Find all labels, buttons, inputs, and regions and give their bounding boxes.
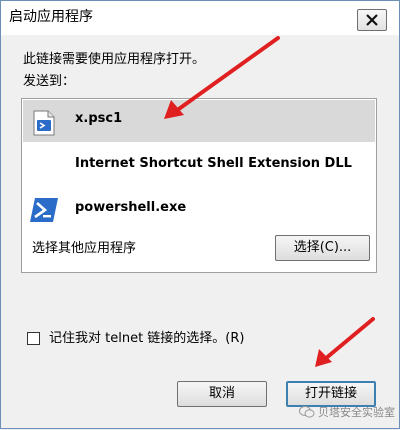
list-item-powershell[interactable]: powershell.exe bbox=[23, 189, 375, 225]
psc1-file-icon bbox=[33, 110, 55, 136]
send-to-label: 发送到： bbox=[23, 74, 76, 89]
list-item-label: Internet Shortcut Shell Extension DLL bbox=[75, 156, 352, 171]
application-list: x.psc1 Internet Shortcut Shell Extension… bbox=[21, 98, 377, 273]
watermark-text: 贝塔安全实验室 bbox=[318, 406, 395, 419]
list-item-shell-extension[interactable]: Internet Shortcut Shell Extension DLL bbox=[23, 147, 375, 183]
annotation-arrow-icon bbox=[315, 317, 375, 367]
title-bar: 启动应用程序 bbox=[1, 1, 399, 35]
launch-application-dialog: 启动应用程序 此链接需要使用应用程序打开。 发送到： x.psc1 Intern… bbox=[0, 0, 400, 429]
list-item-label: powershell.exe bbox=[75, 200, 187, 215]
watermark: 贝塔安全实验室 bbox=[299, 403, 395, 421]
close-button[interactable] bbox=[357, 9, 387, 31]
choose-app-button[interactable]: 选择(C)... bbox=[275, 235, 370, 261]
remember-choice-checkbox[interactable] bbox=[27, 332, 40, 345]
wechat-icon bbox=[299, 406, 315, 418]
window-title: 启动应用程序 bbox=[9, 9, 93, 25]
list-item-psc1[interactable]: x.psc1 bbox=[23, 100, 375, 142]
close-icon bbox=[366, 14, 378, 26]
remember-choice-label: 记住我对 telnet 链接的选择。(R) bbox=[49, 331, 245, 346]
powershell-icon bbox=[30, 198, 58, 222]
list-item-label: x.psc1 bbox=[75, 111, 123, 126]
other-apps-label: 选择其他应用程序 bbox=[32, 241, 137, 256]
cancel-button[interactable]: 取消 bbox=[177, 381, 267, 407]
dialog-description: 此链接需要使用应用程序打开。 bbox=[23, 52, 206, 67]
